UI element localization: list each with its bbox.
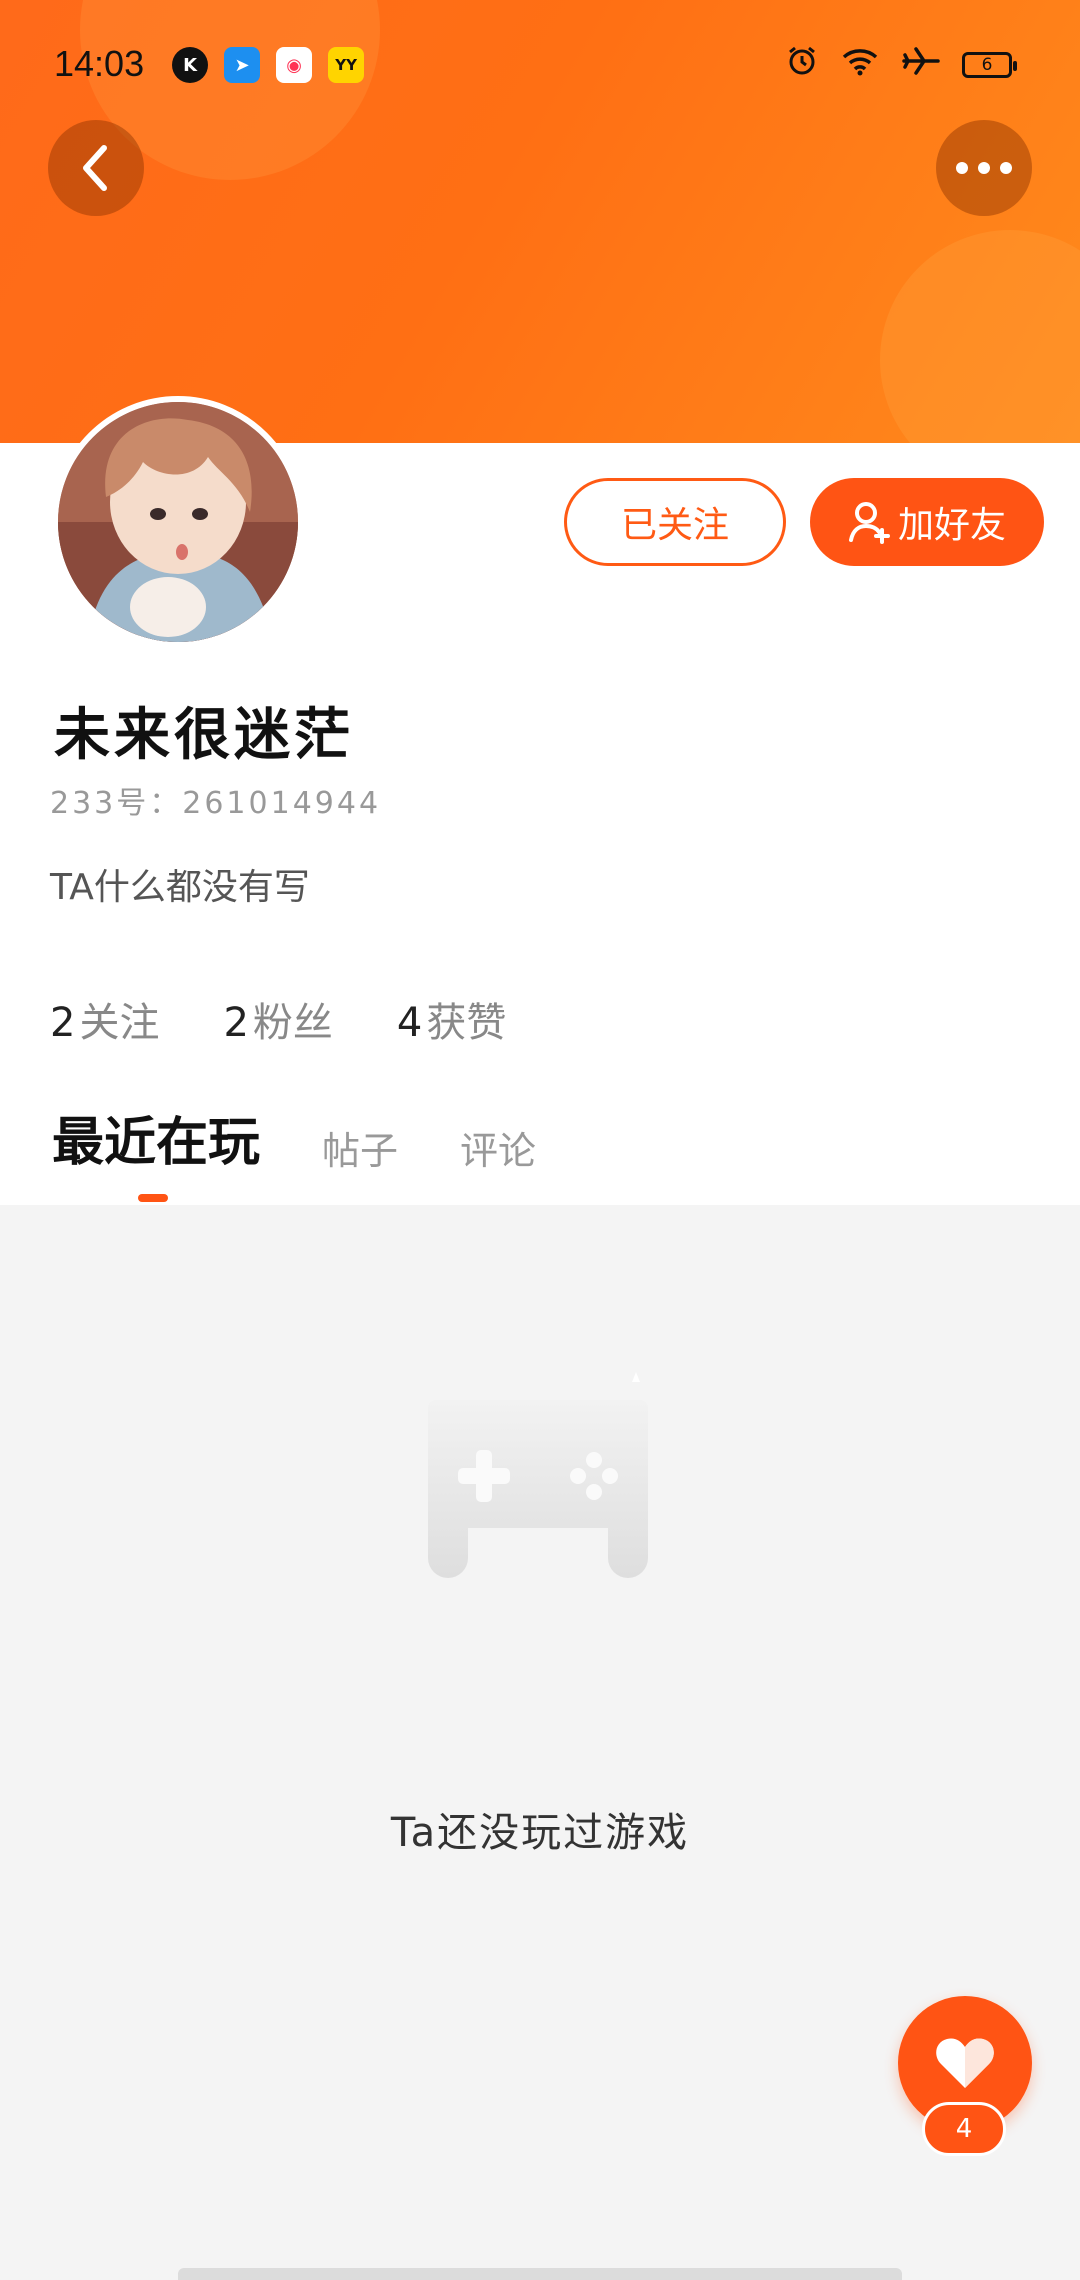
tab-posts[interactable]: 帖子 (322, 1120, 398, 1179)
add-friend-button[interactable]: 加好友 (810, 478, 1044, 566)
stat-likes-label: 获赞 (426, 1000, 507, 1046)
stat-followers[interactable]: 2 粉丝 (223, 990, 332, 1048)
status-bar: 14:03 K ➤ ◉ YY 6 (0, 0, 1080, 130)
add-friend-label: 加好友 (897, 505, 1006, 546)
status-indicators: 6 (786, 45, 1017, 85)
following-button[interactable]: 已关注 (564, 478, 786, 566)
stat-following-count: 2 (50, 1000, 76, 1046)
user-bio: TA什么都没有写 (50, 867, 310, 908)
more-options-button[interactable] (936, 120, 1032, 216)
gamepad-icon (428, 1372, 648, 1578)
wifi-icon (840, 45, 880, 85)
stat-following-label: 关注 (79, 1000, 160, 1046)
profile-tabs: 最近在玩 帖子 评论 (52, 1100, 536, 1179)
tab-comments[interactable]: 评论 (460, 1120, 536, 1179)
like-count-badge: 4 (922, 2102, 1006, 2156)
chevron-left-icon (83, 145, 107, 191)
heart-icon (936, 2038, 994, 2088)
back-button[interactable] (48, 120, 144, 216)
active-tab-indicator (138, 1194, 168, 1202)
add-user-icon (848, 502, 890, 544)
battery-icon: 6 (962, 52, 1017, 78)
stat-likes[interactable]: 4 获赞 (397, 990, 506, 1048)
status-time: 14:03 (54, 43, 145, 84)
stat-following[interactable]: 2 关注 (50, 990, 159, 1048)
airplane-mode-icon (902, 45, 940, 85)
k-app-icon: K (172, 47, 209, 83)
more-horizontal-icon (956, 162, 1012, 174)
stat-followers-count: 2 (223, 1000, 249, 1046)
avatar-image (58, 402, 298, 642)
empty-state-text: Ta还没玩过游戏 (390, 1810, 690, 1856)
yy-app-icon: YY (328, 47, 365, 83)
notification-icons: K ➤ ◉ YY (172, 47, 365, 83)
stat-likes-count: 4 (396, 1000, 423, 1046)
user-id: 233号：261014944 (50, 786, 382, 821)
banner-decoration (880, 230, 1080, 443)
profile-stats: 2 关注 2 粉丝 4 获赞 (50, 990, 506, 1048)
avatar[interactable] (52, 396, 304, 648)
username: 未来很迷茫 (54, 703, 354, 768)
stat-followers-label: 粉丝 (252, 1000, 333, 1046)
alarm-icon (786, 45, 818, 85)
tab-recently-played[interactable]: 最近在玩 (52, 1100, 260, 1179)
home-indicator[interactable] (178, 2268, 902, 2280)
navigation-app-icon: ➤ (224, 47, 261, 83)
game-app-icon: ◉ (276, 47, 313, 83)
